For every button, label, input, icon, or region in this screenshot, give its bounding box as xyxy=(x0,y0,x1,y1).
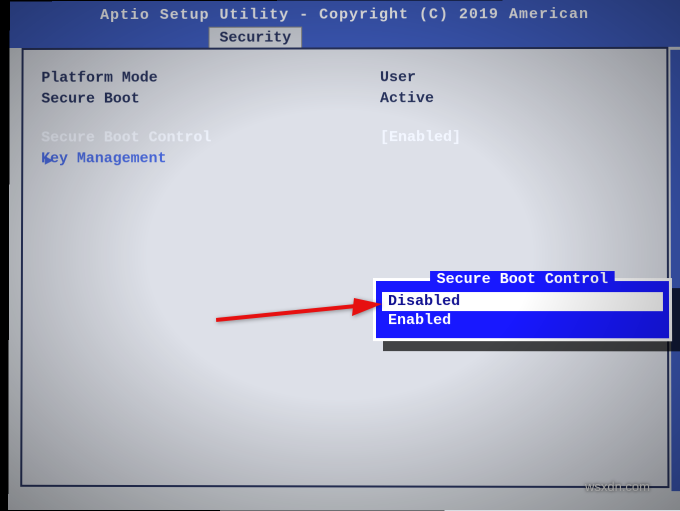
secure-boot-control-value: [Enabled] xyxy=(380,129,461,146)
key-management-label: Key Management xyxy=(41,150,380,167)
right-border xyxy=(670,50,680,491)
row-secure-boot-control[interactable]: Secure Boot Control [Enabled] xyxy=(41,127,658,149)
main-panel: Platform Mode User Secure Boot Active Se… xyxy=(20,47,669,488)
secure-boot-control-label: Secure Boot Control xyxy=(41,129,380,146)
popup-title: Secure Boot Control xyxy=(431,271,615,288)
platform-mode-value: User xyxy=(380,69,416,86)
platform-mode-label: Platform Mode xyxy=(41,69,380,86)
submenu-arrow-icon: ▸ xyxy=(45,150,53,169)
tab-bar: Security xyxy=(10,25,680,48)
secure-boot-control-popup: Secure Boot Control Disabled Enabled xyxy=(373,278,672,341)
secure-boot-label: Secure Boot xyxy=(41,90,380,107)
row-secure-boot: Secure Boot Active xyxy=(41,88,658,110)
popup-option-enabled[interactable]: Enabled xyxy=(382,311,663,330)
secure-boot-value: Active xyxy=(380,90,434,107)
popup-option-disabled[interactable]: Disabled xyxy=(382,292,663,311)
bios-screen: Aptio Setup Utility - Copyright (C) 2019… xyxy=(8,0,680,511)
row-key-management[interactable]: ▸ Key Management xyxy=(41,148,659,169)
watermark: wsxdn.com xyxy=(585,479,650,494)
header-title: Aptio Setup Utility - Copyright (C) 2019… xyxy=(10,0,680,26)
row-platform-mode: Platform Mode User xyxy=(41,67,658,89)
